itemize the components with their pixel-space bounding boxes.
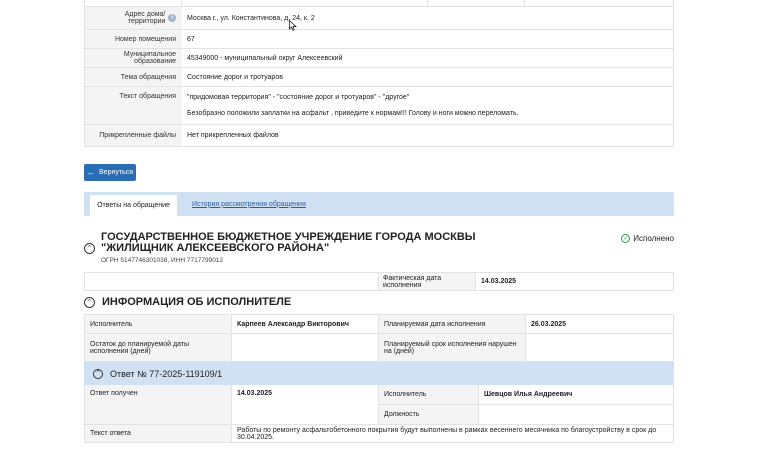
chevron-up-icon[interactable]: ⌃	[84, 243, 95, 254]
appeal-text-line2: Безобразно положили заплатки на асфальт …	[187, 109, 519, 117]
mouse-cursor-icon	[289, 20, 297, 31]
details-row-municipality: Муниципальное образование 45349000 - мун…	[85, 48, 673, 67]
answer-received-label: Ответ получен	[85, 385, 232, 424]
back-button[interactable]: ← Вернуться	[84, 164, 136, 181]
remaining-days-label: Остаток до планируемой даты исполнения (…	[85, 334, 232, 361]
chevron-up-icon[interactable]: ⌃	[84, 296, 95, 308]
details-row-address: Адрес дома/территории i Москва г., ул. Ко…	[85, 6, 673, 29]
answer-position-label: Должность	[379, 405, 479, 424]
organization-ids: ОГРН 5147746301038, ИНН 7717799012	[101, 257, 224, 264]
answer-title: Ответ № 77-2025-119109/1	[110, 368, 223, 379]
executor-section-title: ИНФОРМАЦИЯ ОБ ИСПОЛНИТЕЛЕ	[102, 296, 292, 308]
details-label: Муниципальное образование	[85, 49, 182, 67]
overdue-days-label: Планируемый срок исполнения нарушен на (…	[379, 334, 526, 361]
fact-date-label: Фактическая дата исполнения	[379, 273, 476, 290]
chevron-up-icon[interactable]: ⌃	[93, 368, 103, 379]
check-circle-icon: ✓	[621, 234, 631, 243]
details-value: Москва г., ул. Константинова, д. 24, к. …	[187, 14, 315, 22]
answer-header[interactable]: ⌃ Ответ № 77-2025-119109/1	[84, 362, 674, 385]
details-label: Адрес дома/территории i	[85, 7, 182, 29]
details-value: 67	[187, 35, 195, 43]
details-row-text: Текст обращения "придомовая территория" …	[85, 86, 673, 124]
details-row-files: Прикрепленные файлы Нет прикрепленных фа…	[85, 124, 673, 146]
executor-row-1: Исполнитель Карпеев Александр Викторович…	[84, 314, 674, 334]
remaining-days-value	[232, 334, 379, 361]
answer-text-label: Текст ответа	[85, 425, 232, 442]
details-value: "придомовая территория" - "состояние дор…	[182, 87, 673, 124]
info-icon[interactable]: i	[168, 14, 176, 22]
details-label: Текст обращения	[85, 87, 182, 124]
details-label: Тема обращения	[85, 68, 182, 86]
appeal-text-line1: "придомовая территория" - "состояние дор…	[187, 94, 410, 102]
organization-title: ГОСУДАРСТВЕННОЕ БЮДЖЕТНОЕ УЧРЕЖДЕНИЕ ГОР…	[101, 231, 476, 254]
answer-details: Ответ получен 14.03.2025 Исполнитель Шев…	[84, 385, 674, 425]
tab-history[interactable]: История рассмотрения обращения	[192, 192, 306, 216]
back-button-label: Вернуться	[99, 169, 133, 176]
organization-header: ⌃ ГОСУДАРСТВЕННОЕ БЮДЖЕТНОЕ УЧРЕЖДЕНИЕ Г…	[84, 230, 674, 270]
planned-date-value: 26.03.2025	[531, 320, 567, 328]
details-section: Адрес дома/территории i Москва г., ул. Ко…	[84, 0, 674, 147]
tab-answers[interactable]: Ответы на обращение	[90, 195, 177, 216]
arrow-left-icon: ←	[87, 168, 96, 177]
details-row-topic: Тема обращения Состояние дорог и тротуар…	[85, 67, 673, 86]
details-top-strip	[84, 0, 674, 6]
details-value: Нет прикрепленных файлов	[187, 132, 279, 139]
answer-executor-row: Исполнитель Шевцов Илья Андреевич	[379, 385, 673, 405]
fact-date-value: 14.03.2025	[481, 278, 517, 285]
status-badge: ✓ Исполнено	[621, 234, 674, 243]
answer-executor-label: Исполнитель	[379, 385, 479, 404]
executor-value: Карпеев Александр Викторович	[232, 315, 379, 333]
details-row-room: Номер помещения 67	[85, 29, 673, 48]
details-label: Прикрепленные файлы	[85, 125, 182, 146]
executor-label: Исполнитель	[85, 315, 232, 333]
executor-row-2: Остаток до планируемой даты исполнения (…	[84, 333, 674, 362]
answer-position-row: Должность	[379, 405, 673, 424]
details-label: Номер помещения	[85, 30, 182, 48]
details-table: Адрес дома/территории i Москва г., ул. Ко…	[84, 6, 674, 147]
executor-section-header[interactable]: ⌃ ИНФОРМАЦИЯ ОБ ИСПОЛНИТЕЛЕ	[84, 296, 291, 308]
answer-text-value: Работы по ремонту асфальтобетонного покр…	[237, 426, 657, 441]
tabs-bar: Ответы на обращение История рассмотрения…	[84, 192, 674, 216]
details-value: Состояние дорог и тротуаров	[187, 73, 283, 81]
answer-position-value	[479, 405, 673, 424]
details-value: 45349000 - муниципальный округ Алексеевс…	[187, 54, 343, 62]
answer-executor-block: Исполнитель Шевцов Илья Андреевич Должно…	[379, 385, 673, 424]
fact-spacer	[85, 273, 379, 290]
answer-text-row: Текст ответа Работы по ремонту асфальтоб…	[84, 425, 674, 443]
answer-received-value: 14.03.2025	[232, 385, 379, 424]
planned-date-label: Планируемая дата исполнения	[379, 315, 526, 333]
status-label: Исполнено	[633, 234, 674, 243]
overdue-days-value	[526, 334, 673, 361]
answer-executor-value: Шевцов Илья Андреевич	[484, 391, 573, 398]
fact-date-row: Фактическая дата исполнения 14.03.2025	[84, 272, 674, 291]
